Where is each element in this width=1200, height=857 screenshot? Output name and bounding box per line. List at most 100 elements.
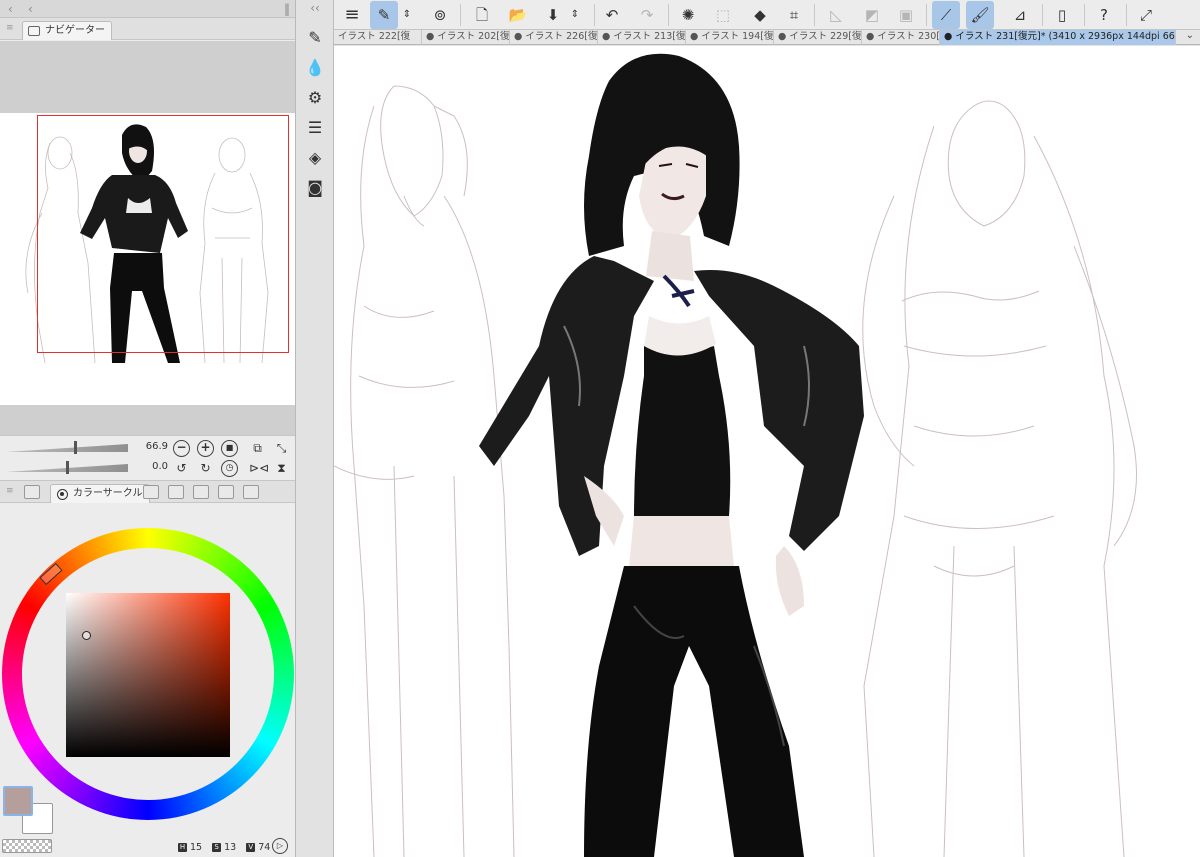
- zoom-slider[interactable]: [6, 441, 128, 454]
- navigator-panel[interactable]: [0, 41, 295, 435]
- left-panel: ‹ ‹ ‖ ≡ ナビゲーター 66.9 − + ■ ⧉ ⤡ 0.0 ↺ ↻ ◷ …: [0, 0, 296, 857]
- sv-cursor[interactable]: [82, 631, 91, 640]
- fill-selection-icon[interactable]: ◩: [858, 1, 886, 29]
- tab-sub-tool[interactable]: [243, 485, 259, 499]
- pen-icon[interactable]: ✎: [303, 26, 327, 50]
- doc-tab[interactable]: ● イラスト 230[復: [862, 30, 940, 45]
- device-icon[interactable]: ▯: [1048, 1, 1076, 29]
- lasso-icon[interactable]: ⊚: [426, 1, 454, 29]
- open-folder-icon[interactable]: 📂: [504, 1, 532, 29]
- chevron-left-icon[interactable]: ‹: [8, 2, 13, 16]
- illustration: [334, 53, 1137, 857]
- zoom-slider-thumb[interactable]: [74, 441, 77, 454]
- doc-tab[interactable]: ● イラスト 226[復: [510, 30, 598, 45]
- sketch-figure-left: [334, 85, 515, 857]
- edit-pen-icon[interactable]: ✎: [370, 1, 398, 29]
- fill-bucket-icon[interactable]: ◆: [746, 1, 774, 29]
- rotate-right-icon[interactable]: ↻: [197, 460, 214, 477]
- tab-color-circle[interactable]: カラーサークル: [50, 484, 150, 503]
- doc-tab[interactable]: ● イラスト 194[復: [686, 30, 774, 45]
- rotate-left-icon[interactable]: ↺: [173, 460, 190, 477]
- navigator-view-frame[interactable]: [37, 115, 289, 353]
- fit-window-icon[interactable]: ⤡: [273, 440, 290, 457]
- menu-icon[interactable]: ≡: [338, 1, 366, 29]
- transparent-color-swatch[interactable]: [2, 839, 52, 853]
- panel-grip-icon[interactable]: ‖: [284, 2, 290, 16]
- hsv-readout: H 15 S 13 V 74: [178, 842, 277, 854]
- pen-settings-icon[interactable]: ⟋: [932, 1, 960, 29]
- swap-icon[interactable]: ⇕: [400, 1, 414, 29]
- doc-tab-label: イラスト 230[復: [877, 31, 940, 42]
- document-tabs: イラスト 222[復 ● イラスト 202[復 ● イラスト 226[復 ● イ…: [334, 30, 1200, 45]
- zoom-in-icon[interactable]: +: [197, 440, 214, 457]
- fill-icon[interactable]: 💧: [303, 56, 327, 80]
- doc-tab[interactable]: ● イラスト 202[復: [422, 30, 510, 45]
- tab-approximate-color[interactable]: [218, 485, 234, 499]
- toolbar-separator: [668, 4, 669, 26]
- sketch-figure-right: [862, 100, 1137, 857]
- fill-settings-icon[interactable]: ⚙: [303, 86, 327, 110]
- stepper-icon[interactable]: ⇕: [568, 1, 582, 29]
- rotate-reset-icon[interactable]: ◷: [221, 460, 238, 477]
- line-icon[interactable]: ⊿: [1006, 1, 1034, 29]
- main-figure: [479, 53, 864, 857]
- toolbar-separator: [1084, 4, 1085, 26]
- zoom-reset-icon[interactable]: ■: [221, 440, 238, 457]
- clear-icon[interactable]: ◺: [822, 1, 850, 29]
- main-toolbar: ≡ ✎ ⇕ ⊚ 🗋 📂 ⬇ ⇕ ↶ ↷ ✺ ⬚ ◆ ⌗ ◺ ◩ ▣ ⟋ 🖌 ⊿ …: [334, 0, 1200, 30]
- tool-strip: ‹‹ ✎ 💧 ⚙ ☰ ◈ ◙: [296, 0, 334, 857]
- flip-horizontal-icon[interactable]: ⊳⊲: [249, 460, 269, 477]
- doc-tab-label: イラスト 213[復: [613, 31, 686, 42]
- navigator-icon: [28, 26, 40, 36]
- tab-navigator[interactable]: ナビゲーター: [22, 21, 112, 40]
- drag-grip-icon[interactable]: ≡: [6, 486, 14, 496]
- save-icon[interactable]: ⬇: [539, 1, 567, 29]
- chevron-down-icon[interactable]: ⌄: [1186, 30, 1194, 41]
- doc-tab-label: イラスト 229[復: [789, 31, 862, 42]
- doc-tab-active[interactable]: ● イラスト 231[復元]* (3410 x 2936px 144dpi 66…: [940, 30, 1176, 45]
- chevron-left-icon[interactable]: ‹: [28, 2, 33, 16]
- saturation-value-square[interactable]: [66, 593, 230, 757]
- zoom-out-icon[interactable]: −: [173, 440, 190, 457]
- fit-view-icon[interactable]: ⧉: [249, 440, 266, 457]
- rotation-slider-thumb[interactable]: [66, 461, 69, 474]
- drawing-canvas[interactable]: [334, 46, 1200, 857]
- s-value: 13: [224, 842, 237, 853]
- drag-grip-icon[interactable]: ≡: [6, 23, 14, 33]
- doc-tab[interactable]: ● イラスト 229[復: [774, 30, 862, 45]
- help-icon[interactable]: ?: [1090, 1, 1118, 29]
- doc-tab-label: イラスト 202[復: [437, 31, 510, 42]
- flip-vertical-icon[interactable]: ⧗: [273, 460, 290, 477]
- invert-icon[interactable]: ▣: [892, 1, 920, 29]
- h-label: H: [178, 843, 187, 852]
- navigator-preview[interactable]: [0, 113, 295, 405]
- color-circle-icon: [57, 489, 68, 500]
- doc-tab[interactable]: イラスト 222[復: [334, 30, 422, 45]
- color-tab-row: ≡ カラーサークル: [0, 481, 295, 503]
- redo-icon[interactable]: ↷: [633, 1, 661, 29]
- toolbar-separator: [926, 4, 927, 26]
- undo-icon[interactable]: ↶: [598, 1, 626, 29]
- navigator-tab-label: ナビゲーター: [45, 25, 105, 36]
- doc-tab-label: イラスト 231[復元]* (3410 x 2936px 144dpi 66.9…: [955, 31, 1176, 42]
- tab-color-slider[interactable]: [143, 485, 159, 499]
- brush-settings-icon[interactable]: 🖌: [966, 1, 994, 29]
- color-settings-icon[interactable]: ▷: [272, 838, 288, 854]
- doc-tab-label: イラスト 222[復: [338, 31, 411, 42]
- tab-color-set[interactable]: [24, 485, 40, 499]
- deselect-icon[interactable]: ⬚: [709, 1, 737, 29]
- fullscreen-icon[interactable]: ⤢: [1132, 1, 1160, 29]
- main-color-swatch[interactable]: [3, 786, 33, 816]
- loading-icon[interactable]: ✺: [674, 1, 702, 29]
- fill-layer-icon[interactable]: ☰: [303, 116, 327, 140]
- new-canvas-icon[interactable]: 🗋: [468, 1, 496, 29]
- tab-intermediate-color[interactable]: [193, 485, 209, 499]
- layers-icon[interactable]: ◈: [303, 146, 327, 170]
- doc-tab[interactable]: ● イラスト 213[復: [598, 30, 686, 45]
- color-icon[interactable]: ◙: [303, 176, 327, 200]
- zoom-slider-track: [6, 444, 128, 452]
- tab-color-history[interactable]: [168, 485, 184, 499]
- crop-icon[interactable]: ⌗: [780, 1, 808, 29]
- chevron-left-icon[interactable]: ‹‹: [298, 0, 332, 17]
- rotation-slider[interactable]: [6, 461, 128, 474]
